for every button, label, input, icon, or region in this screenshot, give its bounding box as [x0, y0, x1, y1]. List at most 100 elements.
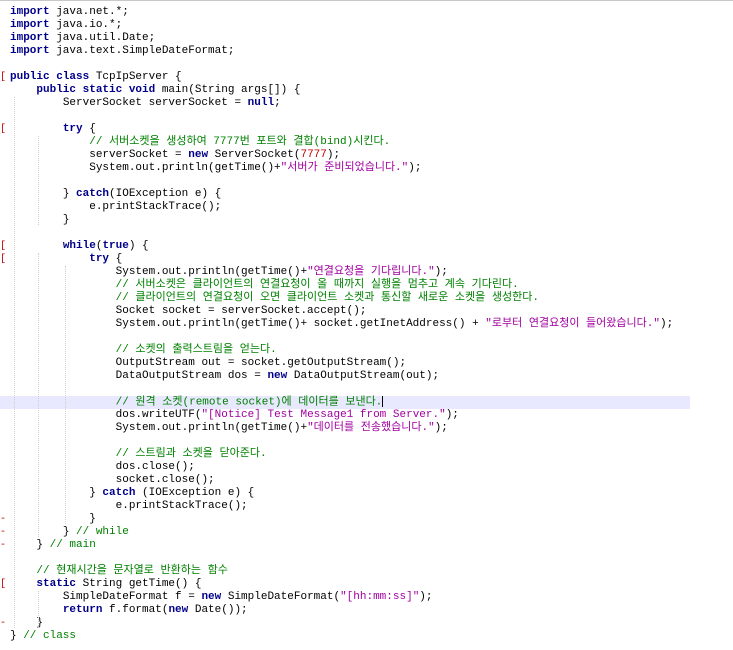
- code-line[interactable]: [0, 58, 733, 71]
- code-token: }: [62, 188, 77, 200]
- keyword-token: catch: [102, 487, 136, 499]
- code-line[interactable]: [0, 175, 733, 188]
- text-caret: [382, 396, 384, 407]
- code-line[interactable]: [0, 331, 733, 344]
- code-token: f.format(: [102, 604, 169, 616]
- fold-marker-icon[interactable]: -: [0, 526, 6, 539]
- keyword-token: catch: [76, 188, 110, 200]
- code-line[interactable]: import java.net.*;: [0, 6, 733, 19]
- code-line[interactable]: } // while: [0, 526, 733, 539]
- code-line[interactable]: System.out.println(getTime()+ socket.get…: [0, 318, 733, 331]
- code-line[interactable]: import java.util.Date;: [0, 32, 733, 45]
- code-line[interactable]: try {: [0, 253, 733, 266]
- code-line[interactable]: System.out.println(getTime()+"연결요청을 기다립니…: [0, 266, 733, 279]
- code-line[interactable]: System.out.println(getTime()+"데이터를 전송했습니…: [0, 422, 733, 435]
- comment-token: // 서버소켓은 클라이언트의 연결요청이 올 때까지 실행을 멈추고 계속 기…: [115, 279, 519, 291]
- code-token: e.printStackTrace();: [115, 500, 248, 512]
- number-token: 7777: [300, 149, 327, 161]
- code-line[interactable]: OutputStream out = socket.getOutputStrea…: [0, 357, 733, 370]
- code-line[interactable]: // 클라이언트의 연결요청이 오면 클라이언트 소켓과 통신할 새로운 소켓을…: [0, 292, 733, 305]
- comment-token: // 현재시간을 문자열로 반환하는 함수: [36, 565, 228, 577]
- code-line[interactable]: dos.close();: [0, 461, 733, 474]
- code-line[interactable]: // 현재시간을 문자열로 반환하는 함수: [0, 565, 733, 578]
- fold-marker-icon[interactable]: -: [0, 513, 6, 526]
- code-token: {: [109, 253, 123, 265]
- code-line[interactable]: } // main: [0, 539, 733, 552]
- code-line[interactable]: // 서버소켓은 클라이언트의 연결요청이 올 때까지 실행을 멈추고 계속 기…: [0, 279, 733, 292]
- code-line[interactable]: [0, 227, 733, 240]
- code-token: ;: [274, 97, 281, 109]
- fold-marker-icon[interactable]: [: [0, 71, 6, 84]
- fold-marker-icon[interactable]: -: [0, 617, 6, 630]
- code-token: ) {: [128, 240, 149, 252]
- code-line[interactable]: // 스트림과 소켓을 닫아준다.: [0, 448, 733, 461]
- comment-token: // class: [23, 630, 77, 642]
- code-line[interactable]: [0, 110, 733, 123]
- code-token: }: [89, 513, 96, 525]
- code-line[interactable]: [0, 552, 733, 565]
- code-line[interactable]: } // class: [0, 630, 733, 643]
- fold-marker-icon[interactable]: [: [0, 253, 6, 266]
- code-line[interactable]: SimpleDateFormat f = new SimpleDateForma…: [0, 591, 733, 604]
- string-token: "[Notice] Test Message1 from Server.": [201, 409, 446, 421]
- code-line[interactable]: try {: [0, 123, 733, 136]
- indent-guide: [14, 97, 16, 628]
- keyword-token: public static void: [36, 84, 156, 96]
- code-line[interactable]: public class TcpIpServer {: [0, 71, 733, 84]
- code-line[interactable]: serverSocket = new ServerSocket(7777);: [0, 149, 733, 162]
- code-line[interactable]: } catch(IOException e) {: [0, 188, 733, 201]
- code-editor[interactable]: import java.net.*; import java.io.*; impor…: [0, 0, 733, 650]
- keyword-token: true: [102, 240, 129, 252]
- code-token: System.out.println(getTime()+ socket.get…: [115, 318, 486, 330]
- code-line[interactable]: e.printStackTrace();: [0, 500, 733, 513]
- keyword-token: import: [10, 32, 50, 44]
- code-token: java.text.SimpleDateFormat;: [49, 45, 235, 57]
- code-line[interactable]: [0, 383, 733, 396]
- comment-token: // 원격 소켓(remote socket)에 데이터를 보낸다.: [115, 396, 383, 409]
- code-token: String getTime() {: [76, 578, 202, 590]
- code-line[interactable]: // 서버소켓을 생성하여 7777번 포트와 결합(bind)시킨다.: [0, 136, 733, 149]
- code-line[interactable]: ServerSocket serverSocket = null;: [0, 97, 733, 110]
- comment-token: // 소켓의 출력스트림을 얻는다.: [115, 344, 277, 356]
- code-line[interactable]: System.out.println(getTime()+"서버가 준비되었습니…: [0, 162, 733, 175]
- fold-marker-icon[interactable]: -: [0, 539, 6, 552]
- code-line[interactable]: static String getTime() {: [0, 578, 733, 591]
- code-line[interactable]: import java.io.*;: [0, 19, 733, 32]
- code-line[interactable]: while(true) {: [0, 240, 733, 253]
- fold-marker-icon[interactable]: [: [0, 123, 6, 136]
- code-line[interactable]: return f.format(new Date());: [0, 604, 733, 617]
- code-line[interactable]: // 원격 소켓(remote socket)에 데이터를 보낸다.: [0, 396, 690, 409]
- keyword-token: public class: [10, 71, 90, 83]
- code-line[interactable]: import java.text.SimpleDateFormat;: [0, 45, 733, 58]
- code-token: );: [419, 591, 433, 603]
- code-line[interactable]: Socket socket = serverSocket.accept();: [0, 305, 733, 318]
- code-token: );: [434, 422, 448, 434]
- code-line[interactable]: dos.writeUTF("[Notice] Test Message1 fro…: [0, 409, 733, 422]
- code-token: (IOException e) {: [109, 188, 222, 200]
- code-line[interactable]: }: [0, 513, 733, 526]
- code-line[interactable]: DataOutputStream dos = new DataOutputStr…: [0, 370, 733, 383]
- fold-marker-icon[interactable]: [: [0, 240, 6, 253]
- code-token: socket.close();: [115, 474, 215, 486]
- code-line[interactable]: [0, 435, 733, 448]
- comment-token: // 서버소켓을 생성하여 7777번 포트와 결합(bind)시킨다.: [89, 136, 391, 148]
- code-line[interactable]: } catch (IOException e) {: [0, 487, 733, 500]
- code-line[interactable]: }: [0, 214, 733, 227]
- fold-marker-icon[interactable]: [: [0, 578, 6, 591]
- code-line[interactable]: e.printStackTrace();: [0, 201, 733, 214]
- code-line[interactable]: // 소켓의 출력스트림을 얻는다.: [0, 344, 733, 357]
- code-line[interactable]: socket.close();: [0, 474, 733, 487]
- code-line[interactable]: }: [0, 617, 733, 630]
- code-line[interactable]: public static void main(String args[]) {: [0, 84, 733, 97]
